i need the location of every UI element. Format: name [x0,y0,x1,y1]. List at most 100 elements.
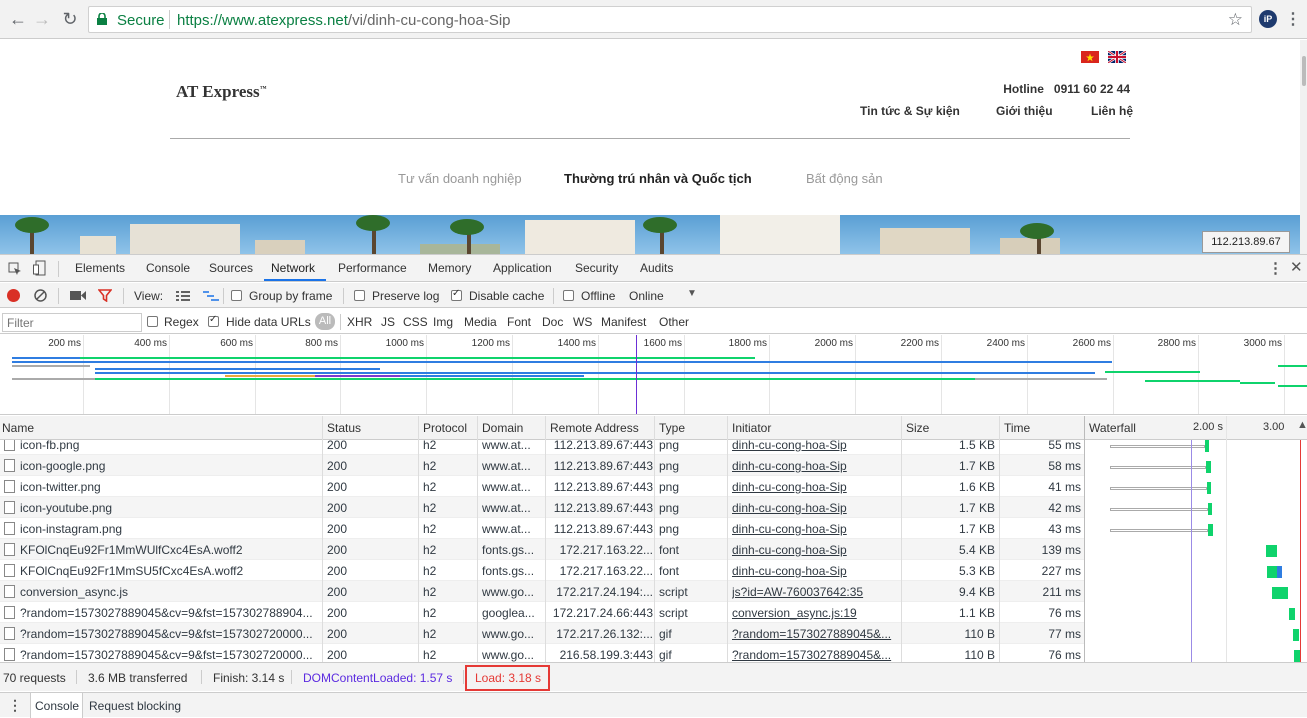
url-text[interactable]: https://www.atexpress.net/vi/dinh-cu-con… [177,12,511,29]
tab-audits[interactable]: Audits [640,261,673,275]
request-name[interactable]: KFOlCnqEu92Fr1MmWUlfCxc4EsA.woff2 [20,543,320,557]
waterfall-cell[interactable] [1086,518,1300,539]
waterfall-cell[interactable] [1086,440,1300,455]
cell-initiator[interactable]: dinh-cu-cong-hoa-Sip [732,522,900,536]
table-row[interactable]: conversion_async.js 200 h2 www.go... 172.217… [0,581,1085,602]
nav-contact[interactable]: Liên hệ [1091,104,1133,118]
clear-icon[interactable] [34,289,47,302]
filter-manifest[interactable]: Manifest [601,315,646,329]
browser-menu-icon[interactable]: ⋮ [1285,9,1301,29]
table-row[interactable]: ?random=1573027889045&cv=9&fst=157302720… [0,644,1085,662]
col-domain[interactable]: Domain [482,421,523,435]
column-divider[interactable] [901,416,902,662]
tab-memory[interactable]: Memory [428,261,471,275]
filter-icon[interactable] [98,289,112,302]
column-divider[interactable] [654,416,655,662]
extension-icon[interactable]: iP [1259,10,1277,28]
sort-up-icon[interactable]: ▲ [1297,419,1307,431]
page-scrollbar[interactable] [1300,40,1307,254]
tab-sources[interactable]: Sources [209,261,253,275]
nav-about[interactable]: Giới thiệu [996,104,1053,118]
filter-img[interactable]: Img [433,315,453,329]
drawer-menu-icon[interactable]: ⋮ [8,697,22,714]
filter-input[interactable] [2,313,142,332]
device-toolbar-icon[interactable] [33,260,47,276]
filter-media[interactable]: Media [464,315,497,329]
table-row[interactable]: icon-fb.png 200 h2 www.at... 112.213.89.67:4… [0,440,1085,455]
forward-icon[interactable]: → [32,9,52,29]
column-divider[interactable] [545,416,546,662]
column-divider[interactable] [418,416,419,662]
col-time[interactable]: Time [1004,421,1030,435]
request-name[interactable]: ?random=1573027889045&cv=9&fst=157302720… [20,627,320,641]
inspect-element-icon[interactable] [8,262,22,276]
bookmark-star-icon[interactable]: ☆ [1228,10,1243,30]
request-name[interactable]: ?random=1573027889045&cv=9&fst=157302720… [20,648,320,662]
uk-flag-icon[interactable] [1108,51,1126,63]
waterfall-view-icon[interactable] [203,291,219,301]
tab-network[interactable]: Network [271,261,315,275]
request-name[interactable]: icon-fb.png [20,440,320,452]
table-row[interactable]: KFOlCnqEu92Fr1MmSU5fCxc4EsA.woff2 200 h2 fo… [0,560,1085,581]
request-name[interactable]: ?random=1573027889045&cv=9&fst=157302788… [20,606,320,620]
waterfall-cell[interactable] [1086,539,1300,560]
group-by-frame-checkbox[interactable] [231,290,242,301]
table-row[interactable]: ?random=1573027889045&cv=9&fst=157302788… [0,602,1085,623]
column-divider[interactable] [477,416,478,662]
address-bar[interactable]: Secure https://www.atexpress.net/vi/dinh… [88,6,1252,33]
table-row[interactable]: icon-instagram.png 200 h2 www.at... 112.213.… [0,518,1085,539]
devtools-menu-icon[interactable]: ⋮ [1268,259,1283,277]
tab-application[interactable]: Application [493,261,552,275]
screenshot-camera-icon[interactable] [70,290,86,301]
table-row[interactable]: icon-youtube.png 200 h2 www.at... 112.213.89… [0,497,1085,518]
waterfall-cell[interactable] [1086,497,1300,518]
filter-other[interactable]: Other [659,315,689,329]
waterfall-cell[interactable] [1086,476,1300,497]
tab-security[interactable]: Security [575,261,618,275]
offline-checkbox[interactable] [563,290,574,301]
request-name[interactable]: KFOlCnqEu92Fr1MmSU5fCxc4EsA.woff2 [20,564,320,578]
tab-elements[interactable]: Elements [75,261,125,275]
cell-initiator[interactable]: dinh-cu-cong-hoa-Sip [732,543,900,557]
request-name[interactable]: icon-instagram.png [20,522,320,536]
tab-console[interactable]: Console [146,261,190,275]
column-divider[interactable] [999,416,1000,662]
waterfall-cell[interactable] [1086,560,1300,581]
category-business[interactable]: Tư vấn doanh nghiệp [398,171,522,186]
col-size[interactable]: Size [906,421,929,435]
chevron-down-icon[interactable]: ▼ [687,288,697,299]
site-logo[interactable]: AT Express™ [176,82,267,102]
cell-initiator[interactable]: dinh-cu-cong-hoa-Sip [732,564,900,578]
cell-initiator[interactable]: js?id=AW-760037642:35 [732,585,900,599]
drawer-tab-request-blocking[interactable]: Request blocking [89,699,181,713]
cell-initiator[interactable]: ?random=1573027889045&... [732,648,900,662]
drawer-tab-console[interactable]: Console [30,693,83,718]
col-remote-address[interactable]: Remote Address [550,421,639,435]
column-divider[interactable] [1084,416,1085,662]
cell-initiator[interactable]: dinh-cu-cong-hoa-Sip [732,501,900,515]
filter-xhr[interactable]: XHR [347,315,372,329]
request-name[interactable]: conversion_async.js [20,585,320,599]
vietnam-flag-icon[interactable] [1081,51,1099,63]
regex-checkbox[interactable] [147,316,158,327]
reload-icon[interactable]: ↻ [60,9,80,29]
waterfall-cell[interactable] [1086,455,1300,476]
tab-performance[interactable]: Performance [338,261,407,275]
waterfall-cell[interactable] [1086,581,1300,602]
col-status[interactable]: Status [327,421,361,435]
table-row[interactable]: KFOlCnqEu92Fr1MmWUlfCxc4EsA.woff2 200 h2 fo… [0,539,1085,560]
preserve-log-checkbox[interactable] [354,290,365,301]
network-overview-timeline[interactable]: 200 ms 400 ms 600 ms 800 ms 1000 ms 1200 ms 14… [0,335,1307,415]
cell-initiator[interactable]: dinh-cu-cong-hoa-Sip [732,440,900,452]
waterfall-cell[interactable] [1086,623,1300,644]
table-row[interactable]: icon-google.png 200 h2 www.at... 112.213.89.… [0,455,1085,476]
nav-news[interactable]: Tin tức & Sự kiện [860,104,960,118]
hide-data-urls-checkbox[interactable] [208,314,219,327]
throttling-select[interactable]: Online [629,289,664,303]
large-rows-icon[interactable] [176,291,190,301]
category-residency[interactable]: Thường trú nhân và Quốc tịch [564,171,752,186]
cell-initiator[interactable]: ?random=1573027889045&... [732,627,900,641]
filter-all-button[interactable]: All [315,313,335,330]
request-name[interactable]: icon-twitter.png [20,480,320,494]
filter-css[interactable]: CSS [403,315,428,329]
